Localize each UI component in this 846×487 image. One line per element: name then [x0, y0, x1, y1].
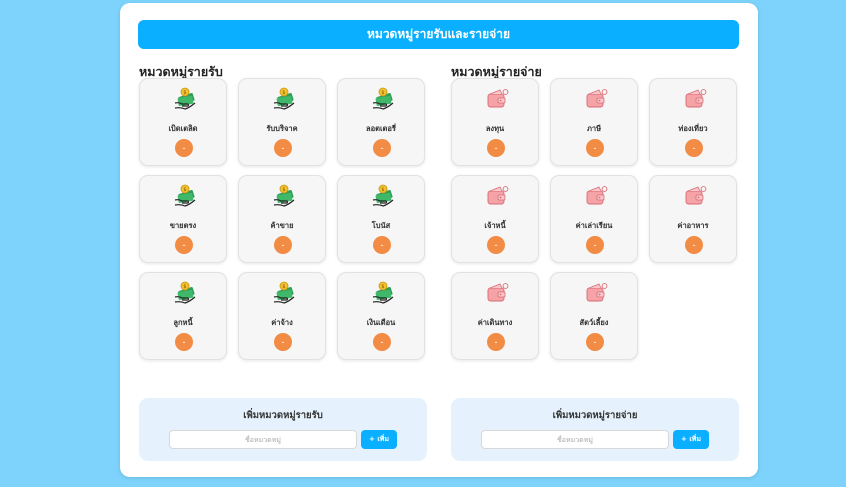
delete-category-button[interactable]: -	[373, 333, 391, 351]
delete-category-button[interactable]: -	[274, 139, 292, 157]
income-category-card[interactable]: $ ขายตรง -	[139, 175, 227, 263]
income-category-card[interactable]: $ ค้าขาย -	[238, 175, 326, 263]
delete-category-button[interactable]: -	[373, 236, 391, 254]
delete-category-button[interactable]: -	[487, 139, 505, 157]
add-income-button[interactable]: + เพิ่ม	[361, 430, 397, 449]
svg-text:$: $	[183, 284, 186, 290]
income-category-card[interactable]: $ ค่าจ้าง -	[238, 272, 326, 360]
delete-category-button[interactable]: -	[274, 236, 292, 254]
money-hand-icon: $	[272, 87, 296, 111]
expense-category-name: ท่องเที่ยว	[678, 124, 708, 133]
income-category-name: ค่าจ้าง	[271, 318, 293, 327]
expense-category-card[interactable]: ลงทุน -	[451, 78, 539, 166]
expense-category-card[interactable]: ค่าเดินทาง -	[451, 272, 539, 360]
delete-category-button[interactable]: -	[685, 139, 703, 157]
add-income-category-box: เพิ่มหมวดหมู่รายรับ + เพิ่ม	[139, 398, 427, 461]
delete-category-button[interactable]: -	[685, 236, 703, 254]
income-category-card[interactable]: $ ลูกหนี้ -	[139, 272, 227, 360]
wallet-icon	[584, 281, 608, 305]
money-hand-icon: $	[173, 87, 197, 111]
money-hand-icon: $	[371, 184, 395, 208]
wallet-icon	[683, 87, 707, 111]
svg-text:$: $	[183, 90, 186, 96]
delete-category-button[interactable]: -	[175, 236, 193, 254]
expense-category-card[interactable]: สัตว์เลี้ยง -	[550, 272, 638, 360]
add-expense-title: เพิ่มหมวดหมู่รายจ่าย	[552, 410, 638, 421]
money-hand-icon: $	[272, 281, 296, 305]
expense-category-name: ค่าเดินทาง	[477, 318, 513, 327]
delete-category-button[interactable]: -	[175, 333, 193, 351]
income-category-name: รับบริจาค	[266, 124, 298, 133]
expense-category-name: เจ้าหนี้	[484, 221, 506, 230]
income-category-card[interactable]: $ เงินเดือน -	[337, 272, 425, 360]
income-category-card[interactable]: $ ลอตเตอรี่ -	[337, 78, 425, 166]
income-category-card[interactable]: $ โบนัส -	[337, 175, 425, 263]
income-category-card[interactable]: $ รับบริจาค -	[238, 78, 326, 166]
add-expense-category-box: เพิ่มหมวดหมู่รายจ่าย + เพิ่ม	[451, 398, 739, 461]
delete-category-button[interactable]: -	[586, 139, 604, 157]
income-category-name: โบนัส	[371, 221, 391, 230]
income-category-name: ค้าขาย	[270, 221, 294, 230]
svg-text:$: $	[282, 284, 285, 290]
expense-category-name: ภาษี	[586, 124, 602, 133]
delete-category-button[interactable]: -	[175, 139, 193, 157]
income-category-name: ลอตเตอรี่	[366, 124, 396, 133]
svg-text:$: $	[282, 90, 285, 96]
income-category-name-input[interactable]	[169, 430, 357, 449]
expense-category-card[interactable]: ค่าอาหาร -	[649, 175, 737, 263]
delete-category-button[interactable]: -	[586, 236, 604, 254]
delete-category-button[interactable]: -	[274, 333, 292, 351]
money-hand-icon: $	[173, 281, 197, 305]
delete-category-button[interactable]: -	[586, 333, 604, 351]
expense-category-name: ลงทุน	[485, 124, 505, 133]
wallet-icon	[485, 87, 509, 111]
wallet-icon	[584, 184, 608, 208]
income-category-card[interactable]: $ เบิดเตลิด -	[139, 78, 227, 166]
svg-text:$: $	[381, 187, 384, 193]
expense-category-card[interactable]: ภาษี -	[550, 78, 638, 166]
expense-category-card[interactable]: ท่องเที่ยว -	[649, 78, 737, 166]
categories-panel: หมวดหมู่รายรับและรายจ่าย หมวดหมู่รายรับ …	[120, 3, 758, 477]
money-hand-icon: $	[272, 184, 296, 208]
svg-text:$: $	[381, 284, 384, 290]
expense-category-card[interactable]: ค่าเล่าเรียน -	[550, 175, 638, 263]
expense-category-name-input[interactable]	[481, 430, 669, 449]
delete-category-button[interactable]: -	[487, 236, 505, 254]
delete-category-button[interactable]: -	[373, 139, 391, 157]
page-title: หมวดหมู่รายรับและรายจ่าย	[138, 20, 739, 49]
add-income-title: เพิ่มหมวดหมู่รายรับ	[243, 410, 323, 421]
svg-text:$: $	[282, 187, 285, 193]
svg-text:$: $	[183, 187, 186, 193]
money-hand-icon: $	[371, 87, 395, 111]
add-expense-button[interactable]: + เพิ่ม	[673, 430, 709, 449]
income-category-name: เงินเดือน	[366, 318, 396, 327]
expense-category-name: สัตว์เลี้ยง	[579, 318, 609, 327]
wallet-icon	[485, 281, 509, 305]
expense-category-name: ค่าเล่าเรียน	[575, 221, 613, 230]
expense-category-card[interactable]: เจ้าหนี้ -	[451, 175, 539, 263]
income-category-name: ขายตรง	[169, 221, 197, 230]
wallet-icon	[584, 87, 608, 111]
wallet-icon	[683, 184, 707, 208]
money-hand-icon: $	[371, 281, 395, 305]
delete-category-button[interactable]: -	[487, 333, 505, 351]
income-category-name: ลูกหนี้	[173, 318, 193, 327]
wallet-icon	[485, 184, 509, 208]
svg-text:$: $	[381, 90, 384, 96]
money-hand-icon: $	[173, 184, 197, 208]
income-category-name: เบิดเตลิด	[168, 124, 198, 133]
expense-category-name: ค่าอาหาร	[677, 221, 709, 230]
